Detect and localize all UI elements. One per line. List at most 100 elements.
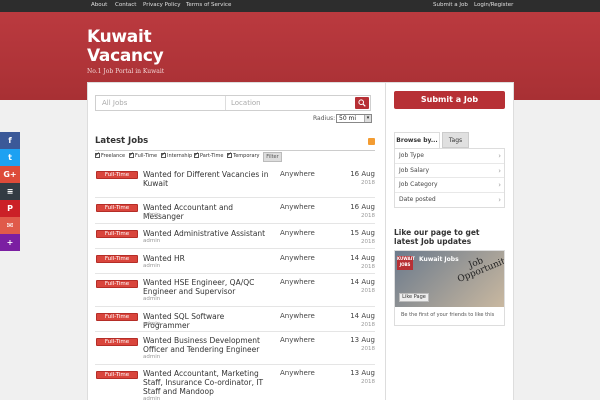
checkbox-checked-icon[interactable] bbox=[194, 151, 199, 158]
filter-label: Temporary bbox=[233, 153, 260, 159]
submit-a-job-button[interactable]: Submit a Job bbox=[394, 91, 505, 109]
filter-temporary[interactable]: Temporary bbox=[227, 151, 260, 159]
filter-part-time[interactable]: Part-Time bbox=[194, 151, 223, 159]
fb-page-name[interactable]: Kuwait Jobs bbox=[419, 256, 459, 263]
checkbox-checked-icon[interactable] bbox=[161, 151, 166, 158]
job-year: 2018 bbox=[361, 213, 375, 219]
job-location: Anywhere bbox=[280, 203, 315, 211]
browse-item-job-type[interactable]: Job Type › bbox=[395, 149, 504, 164]
email-share-button[interactable]: ✉ bbox=[0, 217, 20, 234]
job-author[interactable]: admin bbox=[143, 296, 160, 302]
job-title[interactable]: Wanted Accountant and Messanger bbox=[143, 203, 273, 221]
checkbox-checked-icon[interactable] bbox=[129, 151, 134, 158]
job-type-badge: Full-Time bbox=[96, 255, 138, 263]
nav-link-contact[interactable]: Contact bbox=[115, 2, 136, 8]
browse-item-job-salary[interactable]: Job Salary › bbox=[395, 164, 504, 178]
fb-like-page-button[interactable]: Like Page bbox=[399, 293, 429, 302]
chevron-right-icon: › bbox=[498, 195, 501, 204]
nav-link-about[interactable]: About bbox=[91, 2, 107, 8]
browse-item-job-category[interactable]: Job Category › bbox=[395, 178, 504, 193]
job-type-badge: Full-Time bbox=[96, 338, 138, 346]
pinterest-icon: P bbox=[7, 204, 13, 213]
filter-button[interactable]: Filter bbox=[263, 152, 282, 162]
rss-icon[interactable] bbox=[368, 138, 375, 145]
facebook-page-widget: KUWAIT JOBS Kuwait Jobs Job Opportunity … bbox=[394, 250, 505, 326]
social-share-rail: f t G+ ≡ P ✉ + bbox=[0, 132, 20, 251]
facebook-cover-image[interactable]: KUWAIT JOBS Kuwait Jobs Job Opportunity … bbox=[395, 251, 504, 307]
checkbox-checked-icon[interactable] bbox=[95, 151, 100, 158]
buffer-share-button[interactable]: ≡ bbox=[0, 183, 20, 200]
job-row[interactable]: Full-Time Wanted Administrative Assistan… bbox=[95, 225, 375, 249]
job-type-badge: Full-Time bbox=[96, 204, 138, 212]
filter-label: Freelance bbox=[101, 153, 126, 159]
pinterest-share-button[interactable]: P bbox=[0, 200, 20, 217]
job-location: Anywhere bbox=[280, 229, 315, 237]
facebook-share-button[interactable]: f bbox=[0, 132, 20, 149]
facebook-widget-title: Like our page to get latest Job updates bbox=[394, 228, 480, 246]
filter-internship[interactable]: Internship bbox=[161, 151, 193, 159]
job-title[interactable]: Wanted HR bbox=[143, 254, 273, 263]
nav-link-submit-a-job[interactable]: Submit a Job bbox=[433, 2, 468, 8]
job-title[interactable]: Wanted for Different Vacancies in Kuwait bbox=[143, 170, 273, 188]
job-row[interactable]: Full-Time Wanted SQL Software Programmer… bbox=[95, 308, 375, 332]
latest-jobs-heading: Latest Jobs bbox=[95, 136, 149, 146]
job-title[interactable]: Wanted SQL Software Programmer bbox=[143, 312, 273, 330]
job-year: 2018 bbox=[361, 264, 375, 270]
job-row[interactable]: Full-Time Wanted HR admin Anywhere 14 Au… bbox=[95, 250, 375, 274]
top-navigation-bar: About Contact Privacy Policy Terms of Se… bbox=[0, 0, 600, 12]
job-date: 16 Aug bbox=[350, 170, 375, 178]
chevron-right-icon: › bbox=[498, 152, 501, 160]
twitter-share-button[interactable]: t bbox=[0, 149, 20, 166]
radius-value: 50 mi bbox=[339, 115, 357, 122]
job-title[interactable]: Wanted Accountant, Marketing Staff, Insu… bbox=[143, 369, 273, 396]
location-input[interactable]: Location bbox=[231, 99, 261, 107]
more-icon: + bbox=[6, 238, 14, 247]
google-plus-share-button[interactable]: G+ bbox=[0, 166, 20, 183]
job-row[interactable]: Full-Time Wanted HSE Engineer, QA/QC Eng… bbox=[95, 275, 375, 307]
radius-label: Radius: bbox=[313, 115, 336, 122]
browse-item-date-posted[interactable]: Date posted › bbox=[395, 193, 504, 208]
checkbox-checked-icon[interactable] bbox=[227, 151, 232, 158]
nav-link-login-register[interactable]: Login/Register bbox=[474, 2, 513, 8]
more-share-button[interactable]: + bbox=[0, 234, 20, 251]
site-brand[interactable]: Kuwait Vacancy No.1 Job Portal in Kuwait bbox=[87, 27, 164, 76]
filter-label: Internship bbox=[167, 153, 193, 159]
job-date: 14 Aug bbox=[350, 312, 375, 320]
job-title[interactable]: Wanted Administrative Assistant bbox=[143, 229, 273, 238]
site-title-line-1: Kuwait bbox=[87, 27, 152, 47]
filter-freelance[interactable]: Freelance bbox=[95, 151, 126, 159]
job-author[interactable]: admin bbox=[143, 396, 160, 400]
browse-item-label: Job Category bbox=[399, 181, 438, 188]
job-search-bar: All Jobs Location bbox=[95, 95, 371, 111]
job-location: Anywhere bbox=[280, 312, 315, 320]
search-button[interactable] bbox=[355, 97, 369, 109]
job-row[interactable]: Full-Time Wanted Business Development Of… bbox=[95, 333, 375, 365]
filter-full-time[interactable]: Full-Time bbox=[129, 151, 157, 159]
job-year: 2018 bbox=[361, 288, 375, 294]
job-row[interactable]: Full-Time Wanted for Different Vacancies… bbox=[95, 168, 375, 198]
job-title[interactable]: Wanted Business Development Officer and … bbox=[143, 336, 273, 354]
fb-friends-text: Be the first of your friends to like thi… bbox=[401, 312, 495, 318]
keywords-input[interactable]: All Jobs bbox=[102, 99, 127, 107]
filter-divider bbox=[95, 150, 375, 151]
job-location: Anywhere bbox=[280, 336, 315, 344]
job-type-badge: Full-Time bbox=[96, 313, 138, 321]
job-author[interactable]: admin bbox=[143, 263, 160, 269]
nav-link-privacy-policy[interactable]: Privacy Policy bbox=[143, 2, 180, 8]
buffer-icon: ≡ bbox=[6, 187, 14, 196]
job-row[interactable]: Full-Time Wanted Accountant, Marketing S… bbox=[95, 366, 375, 400]
job-type-badge: Full-Time bbox=[96, 371, 138, 379]
job-author[interactable]: admin bbox=[143, 321, 160, 327]
job-author[interactable]: admin bbox=[143, 238, 160, 244]
nav-link-terms-of-service[interactable]: Terms of Service bbox=[186, 2, 231, 8]
tab-browse-by[interactable]: Browse by... bbox=[394, 132, 440, 148]
job-author[interactable]: admin bbox=[143, 212, 160, 218]
job-author[interactable]: admin bbox=[143, 354, 160, 360]
job-date: 14 Aug bbox=[350, 254, 375, 262]
job-location: Anywhere bbox=[280, 369, 315, 377]
radius-select[interactable]: 50 mi ▾ bbox=[336, 114, 372, 123]
tab-tags[interactable]: Tags bbox=[442, 132, 469, 148]
browse-list: Job Type › Job Salary › Job Category › Date… bbox=[394, 148, 505, 208]
job-title[interactable]: Wanted HSE Engineer, QA/QC Engineer and … bbox=[143, 278, 273, 296]
job-row[interactable]: Full-Time Wanted Accountant and Messange… bbox=[95, 200, 375, 224]
